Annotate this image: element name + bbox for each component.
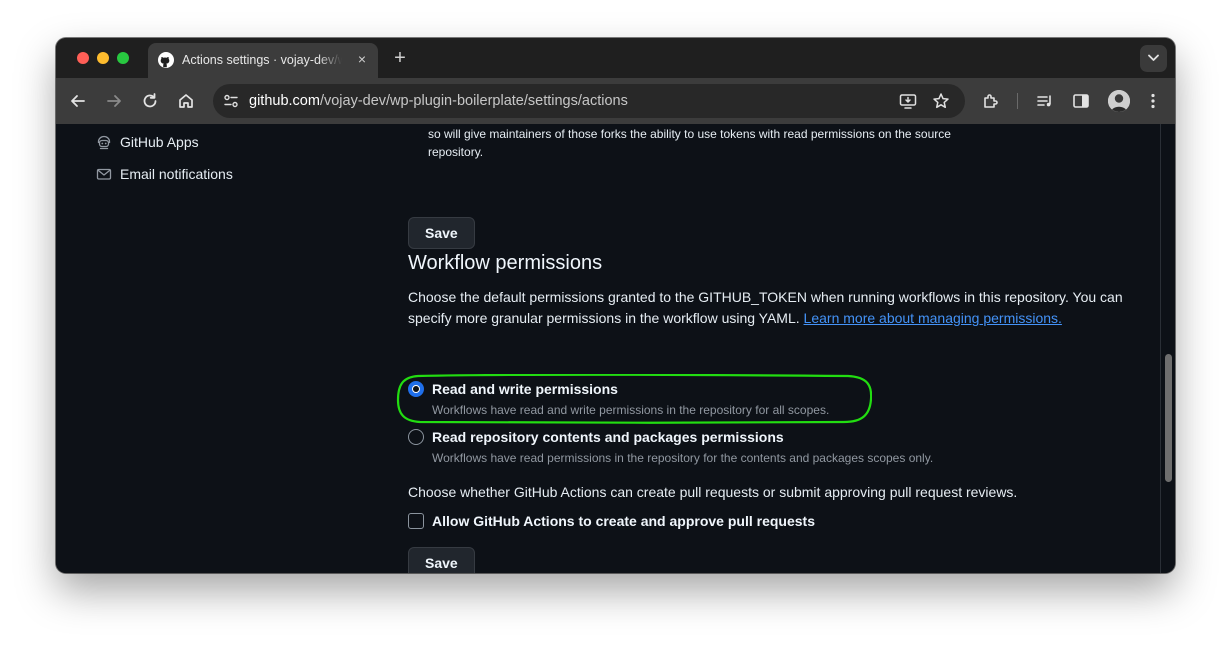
sidebar-item-email-notifications[interactable]: Email notifications (96, 166, 233, 182)
url-host: github.com (249, 93, 320, 109)
sidebar-item-label: GitHub Apps (120, 134, 199, 150)
back-arrow-icon[interactable] (68, 91, 88, 111)
sidebar-item-label: Email notifications (120, 166, 233, 182)
browser-toolbar: github.com/vojay-dev/wp-plugin-boilerpla… (56, 78, 1175, 124)
url-path: /vojay-dev/wp-plugin-boilerplate/setting… (319, 93, 628, 109)
close-window-button[interactable] (77, 52, 89, 64)
maximize-window-button[interactable] (117, 52, 129, 64)
side-panel-icon[interactable] (1071, 91, 1091, 111)
home-icon[interactable] (176, 91, 196, 111)
install-app-icon[interactable] (899, 92, 917, 110)
tab-search-button[interactable] (1140, 45, 1167, 72)
browser-window: Actions settings · vojay-dev/wp-plugin-b… (56, 38, 1175, 573)
workflow-permissions-description: Choose the default permissions granted t… (408, 287, 1128, 329)
extensions-icon[interactable] (981, 91, 1001, 111)
bookmark-star-icon[interactable] (932, 92, 950, 110)
address-bar[interactable]: github.com/vojay-dev/wp-plugin-boilerpla… (213, 84, 965, 118)
highlight-annotation (396, 374, 872, 424)
github-apps-icon (97, 135, 111, 150)
media-control-icon[interactable] (1035, 91, 1055, 111)
workflow-save-button[interactable]: Save (408, 547, 475, 573)
scrollbar-thumb[interactable] (1165, 354, 1172, 482)
mail-icon (96, 168, 112, 180)
page-scrollbar[interactable] (1160, 124, 1175, 573)
workflow-permissions-title: Workflow permissions (408, 252, 603, 274)
fork-permissions-note: so will give maintainers of those forks … (428, 125, 1108, 161)
profile-photo-icon (1108, 90, 1130, 112)
new-tab-button[interactable]: + (390, 48, 410, 68)
pr-question: Choose whether GitHub Actions can create… (408, 484, 1018, 500)
radio-read-only[interactable] (408, 429, 424, 445)
tab-actions-settings[interactable]: Actions settings · vojay-dev/wp-plugin-b… (148, 43, 378, 78)
github-icon (158, 52, 174, 68)
allow-pr-checkbox-label[interactable]: Allow GitHub Actions to create and appro… (432, 513, 815, 529)
learn-more-link[interactable]: Learn more about managing permissions. (804, 310, 1062, 326)
tab-strip: Actions settings · vojay-dev/wp-plugin-b… (56, 38, 1175, 78)
sidebar-item-github-apps[interactable]: GitHub Apps (96, 134, 199, 150)
option-read-only-note: Workflows have read permissions in the r… (432, 451, 934, 465)
site-settings-icon[interactable] (223, 93, 239, 109)
profile-avatar[interactable] (1108, 90, 1130, 112)
fork-note-line-2: repository. (428, 145, 484, 159)
fork-save-button[interactable]: Save (408, 217, 475, 249)
tab-title: Actions settings · vojay-dev/wp-plugin-b… (182, 53, 342, 67)
url-text[interactable]: github.com/vojay-dev/wp-plugin-boilerpla… (249, 93, 628, 109)
toolbar-separator (1017, 93, 1018, 109)
more-menu-icon[interactable] (1143, 91, 1163, 111)
forward-arrow-icon[interactable] (104, 91, 124, 111)
minimize-window-button[interactable] (97, 52, 109, 64)
settings-page: GitHub Apps Email notifications so will … (56, 124, 1160, 573)
reload-icon[interactable] (140, 91, 160, 111)
tab-close-icon[interactable]: × (354, 51, 370, 67)
allow-pr-checkbox[interactable] (408, 513, 424, 529)
fork-note-line-1: so will give maintainers of those forks … (428, 127, 951, 141)
chevron-down-icon (1148, 54, 1159, 61)
option-read-only-label[interactable]: Read repository contents and packages pe… (432, 429, 784, 445)
